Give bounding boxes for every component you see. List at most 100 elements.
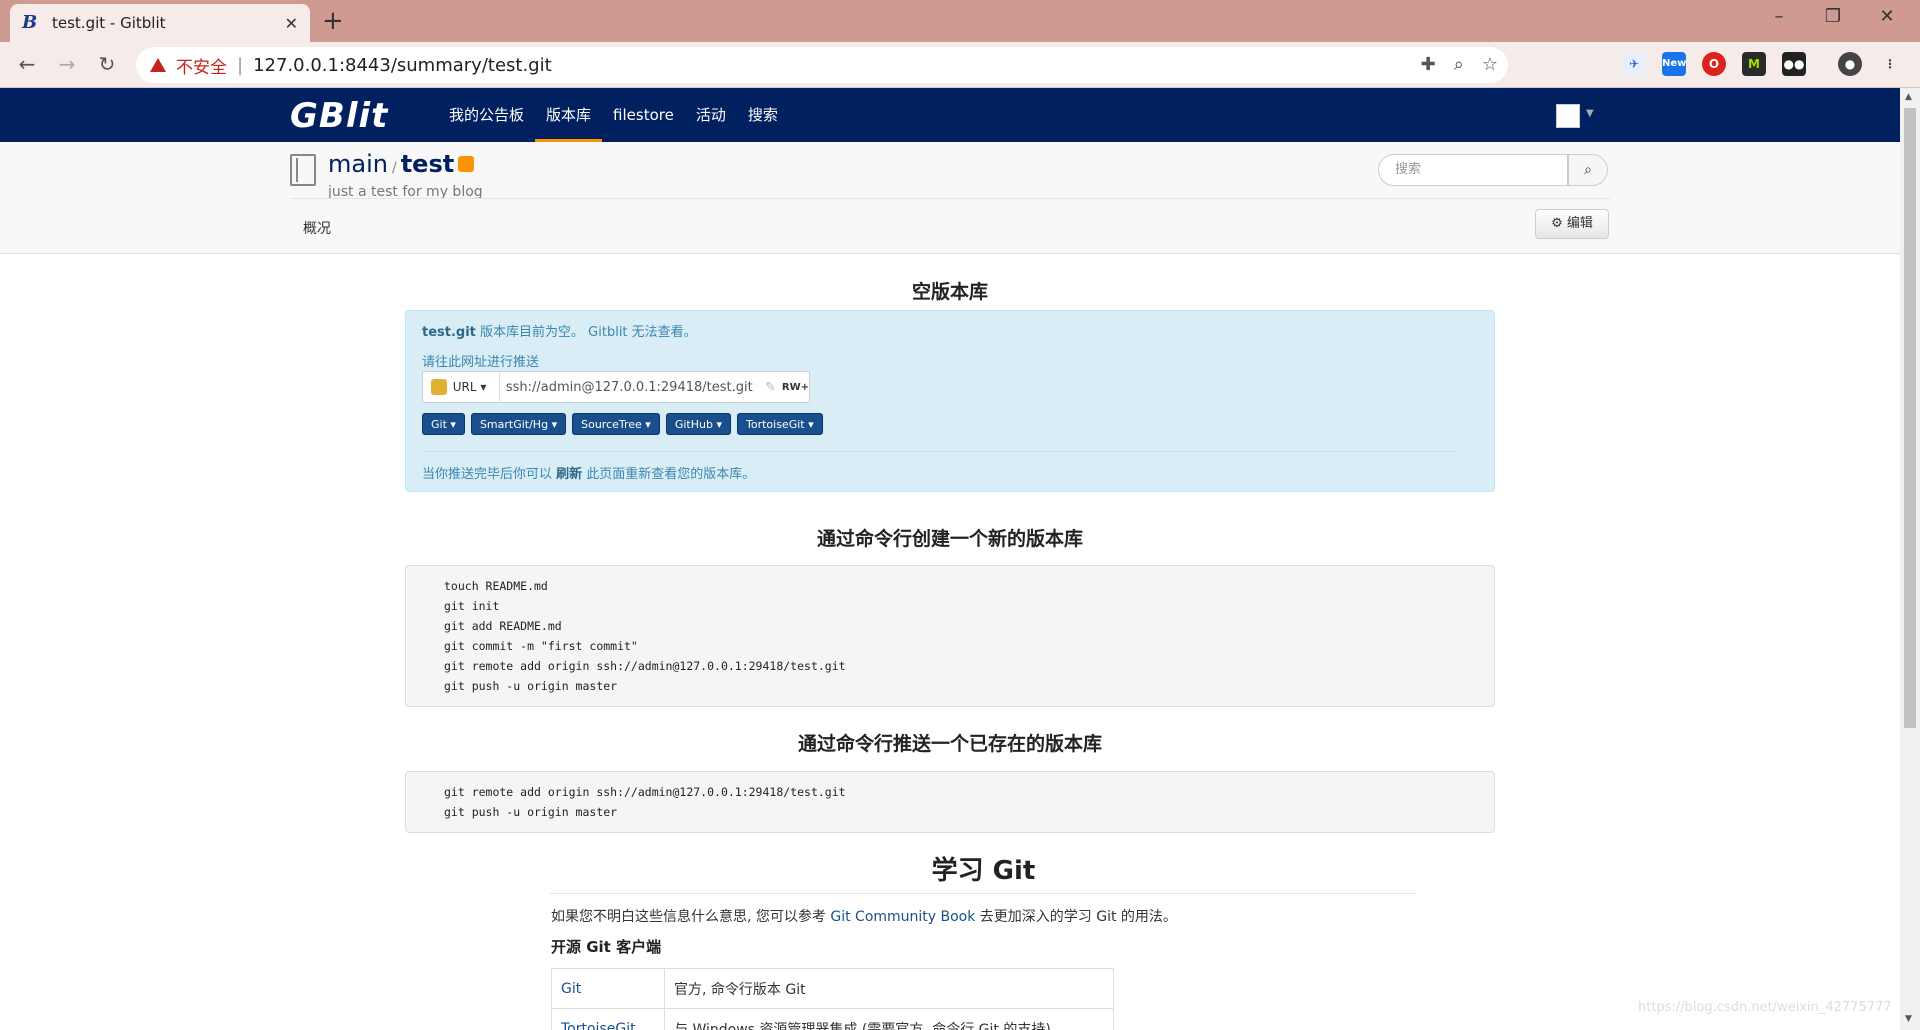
repo-title: main / test (328, 150, 475, 178)
client-dropdown-tortoisegit[interactable]: TortoiseGit ▾ (737, 413, 823, 435)
table-cell: TortoiseGit (551, 1008, 665, 1030)
chevron-down-icon[interactable]: ▼ (1586, 108, 1594, 119)
learn-git-text: 如果您不明白这些信息什么意思, 您可以参考 Git Community Book… (551, 906, 1177, 926)
client-description: 官方, 命令行版本 Git (664, 968, 1114, 1009)
back-icon[interactable]: ← (14, 52, 40, 76)
empty-repo-heading: 空版本库 (911, 281, 988, 303)
empty-repo-alert: test.git 版本库目前为空。 Gitblit 无法查看。 请往此网址进行推… (405, 310, 1495, 492)
url-protocol-select[interactable]: URL ▾ (453, 372, 500, 402)
alert-divider (422, 451, 1456, 452)
url-protocol-label: URL (452, 380, 477, 394)
address-bar[interactable]: 不安全 | 127.0.0.1:8443/summary/test.git ✚ … (136, 47, 1508, 83)
scroll-down-icon[interactable]: ▼ (1905, 1014, 1912, 1024)
reload-icon[interactable]: ↻ (94, 52, 120, 76)
code-line: git commit -m "first commit" (444, 639, 638, 653)
extension-icons: ✈ New O M ●● ● ⋮ (1622, 52, 1902, 76)
bookmark-star-icon[interactable]: ☆ (1482, 54, 1498, 75)
extension-m-icon[interactable]: M (1742, 52, 1766, 76)
close-icon[interactable]: ✕ (285, 14, 298, 33)
repo-project-link[interactable]: main (328, 150, 388, 178)
scrollbar-thumb[interactable] (1904, 108, 1916, 728)
scroll-up-icon[interactable]: ▲ (1905, 92, 1912, 102)
insecure-label[interactable]: 不安全 (176, 53, 227, 78)
client-dropdown-label: GitHub (674, 418, 713, 431)
client-dropdowns: Git ▾ SmartGit/Hg ▾ SourceTree ▾ GitHub … (422, 413, 823, 435)
refresh-prefix: 当你推送完毕后你可以 (422, 467, 557, 482)
edit-button-label: 编辑 (1566, 216, 1593, 231)
push-hint: 请往此网址进行推送 (422, 355, 540, 370)
open-source-clients-heading: 开源 Git 客户端 (551, 938, 662, 956)
window-close-icon[interactable]: ✕ (1872, 6, 1902, 27)
extension-new-icon[interactable]: New (1662, 52, 1686, 76)
client-link[interactable]: Git (561, 981, 581, 997)
extension-puzzle-icon[interactable]: ✚ (1421, 54, 1436, 75)
lock-icon (431, 379, 447, 395)
client-dropdown-label: SourceTree (581, 418, 642, 431)
warning-icon (150, 58, 166, 72)
repository-icon (290, 154, 316, 186)
minimize-icon[interactable]: – (1764, 6, 1794, 27)
zoom-icon[interactable]: ⌕ (1454, 54, 1464, 75)
client-dropdown-git[interactable]: Git ▾ (422, 413, 465, 435)
extension-bird-icon[interactable]: ✈ (1622, 52, 1646, 76)
search-input[interactable]: 搜索 (1378, 154, 1568, 186)
page-scrollbar[interactable]: ▲ ▼ (1900, 88, 1920, 1030)
watermark: https://blog.csdn.net/weixin_42775777 (1638, 1000, 1892, 1015)
client-dropdown-sourcetree[interactable]: SourceTree ▾ (572, 413, 660, 435)
gitblit-logo[interactable]: GBlit (290, 96, 388, 136)
clone-url-box: URL ▾ ssh://admin@127.0.0.1:29418/test.g… (422, 371, 810, 403)
refresh-link[interactable]: 刷新 (556, 467, 582, 482)
browser-toolbar: ← → ↻ 不安全 | 127.0.0.1:8443/summary/test.… (0, 42, 1920, 88)
gitblit-navbar: GBlit 我的公告板 版本库 filestore 活动 搜索 ▼ (0, 88, 1900, 142)
empty-message-text: 版本库目前为空。 Gitblit 无法查看。 (475, 325, 697, 340)
code-line: git init (444, 599, 500, 613)
new-tab-button[interactable]: + (322, 6, 344, 36)
user-avatar[interactable] (1556, 104, 1580, 128)
code-line: git push -u origin master (444, 679, 618, 693)
code-line: git add README.md (444, 619, 562, 633)
menu-search[interactable]: 搜索 (737, 88, 789, 142)
gear-icon: ⚙ (1551, 216, 1563, 231)
main-menu: 我的公告板 版本库 filestore 活动 搜索 (438, 88, 789, 142)
git-community-book-link[interactable]: Git Community Book (830, 909, 975, 925)
copy-icon[interactable]: ✎ (765, 380, 776, 395)
extension-opera-icon[interactable]: O (1702, 52, 1726, 76)
extension-mask-icon[interactable]: ●● (1782, 52, 1806, 76)
push-existing-heading: 通过命令行推送一个已存在的版本库 (797, 733, 1102, 755)
restore-icon[interactable]: ❐ (1818, 6, 1848, 27)
tab-title: test.git - Gitblit (52, 14, 166, 32)
menu-activity[interactable]: 活动 (685, 88, 737, 142)
omnibox-icons: ✚ ⌕ ☆ (1421, 54, 1498, 75)
menu-filestore[interactable]: filestore (602, 88, 685, 142)
menu-repositories[interactable]: 版本库 (535, 88, 603, 142)
url-text[interactable]: 127.0.0.1:8443/summary/test.git (253, 55, 552, 76)
search-icon[interactable]: ⌕ (1568, 154, 1608, 186)
table-row: Git 官方, 命令行版本 Git (551, 968, 1114, 1009)
gitblit-favicon-icon: B (22, 12, 38, 33)
browser-tab[interactable]: B test.git - Gitblit ✕ (10, 4, 310, 42)
client-dropdown-smartgit[interactable]: SmartGit/Hg ▾ (470, 413, 567, 435)
client-link[interactable]: TortoiseGit (561, 1021, 636, 1030)
push-existing-code: git remote add origin ssh://admin@127.0.… (405, 771, 1495, 833)
clients-table: Git 官方, 命令行版本 Git TortoiseGit 与 Windows … (551, 968, 1114, 1030)
empty-message: test.git 版本库目前为空。 Gitblit 无法查看。 (422, 321, 697, 340)
menu-dashboard[interactable]: 我的公告板 (438, 88, 535, 142)
table-cell: Git (551, 968, 665, 1009)
edit-button[interactable]: ⚙ 编辑 (1535, 209, 1609, 239)
forward-icon[interactable]: → (54, 52, 80, 76)
repo-title-separator: / (391, 160, 397, 176)
tab-overview[interactable]: 概况 (303, 218, 331, 238)
client-description: 与 Windows 资源管理器集成 (需要官方, 命令行 Git 的支持) (664, 1008, 1114, 1030)
more-menu-icon[interactable]: ⋮ (1878, 52, 1902, 76)
table-row: TortoiseGit 与 Windows 资源管理器集成 (需要官方, 命令行… (551, 1008, 1114, 1030)
repo-file-name: test.git (422, 325, 476, 340)
client-dropdown-github[interactable]: GitHub ▾ (665, 413, 731, 435)
repo-name-link[interactable]: test (401, 150, 455, 178)
rss-icon[interactable] (458, 156, 475, 172)
permission-badge: RW+ (781, 381, 809, 393)
profile-icon[interactable]: ● (1838, 52, 1862, 76)
clone-url-text[interactable]: ssh://admin@127.0.0.1:29418/test.git (500, 380, 765, 395)
code-line: git remote add origin ssh://admin@127.0.… (444, 785, 846, 799)
client-dropdown-label: TortoiseGit (746, 418, 805, 431)
code-line: git push -u origin master (444, 805, 618, 819)
